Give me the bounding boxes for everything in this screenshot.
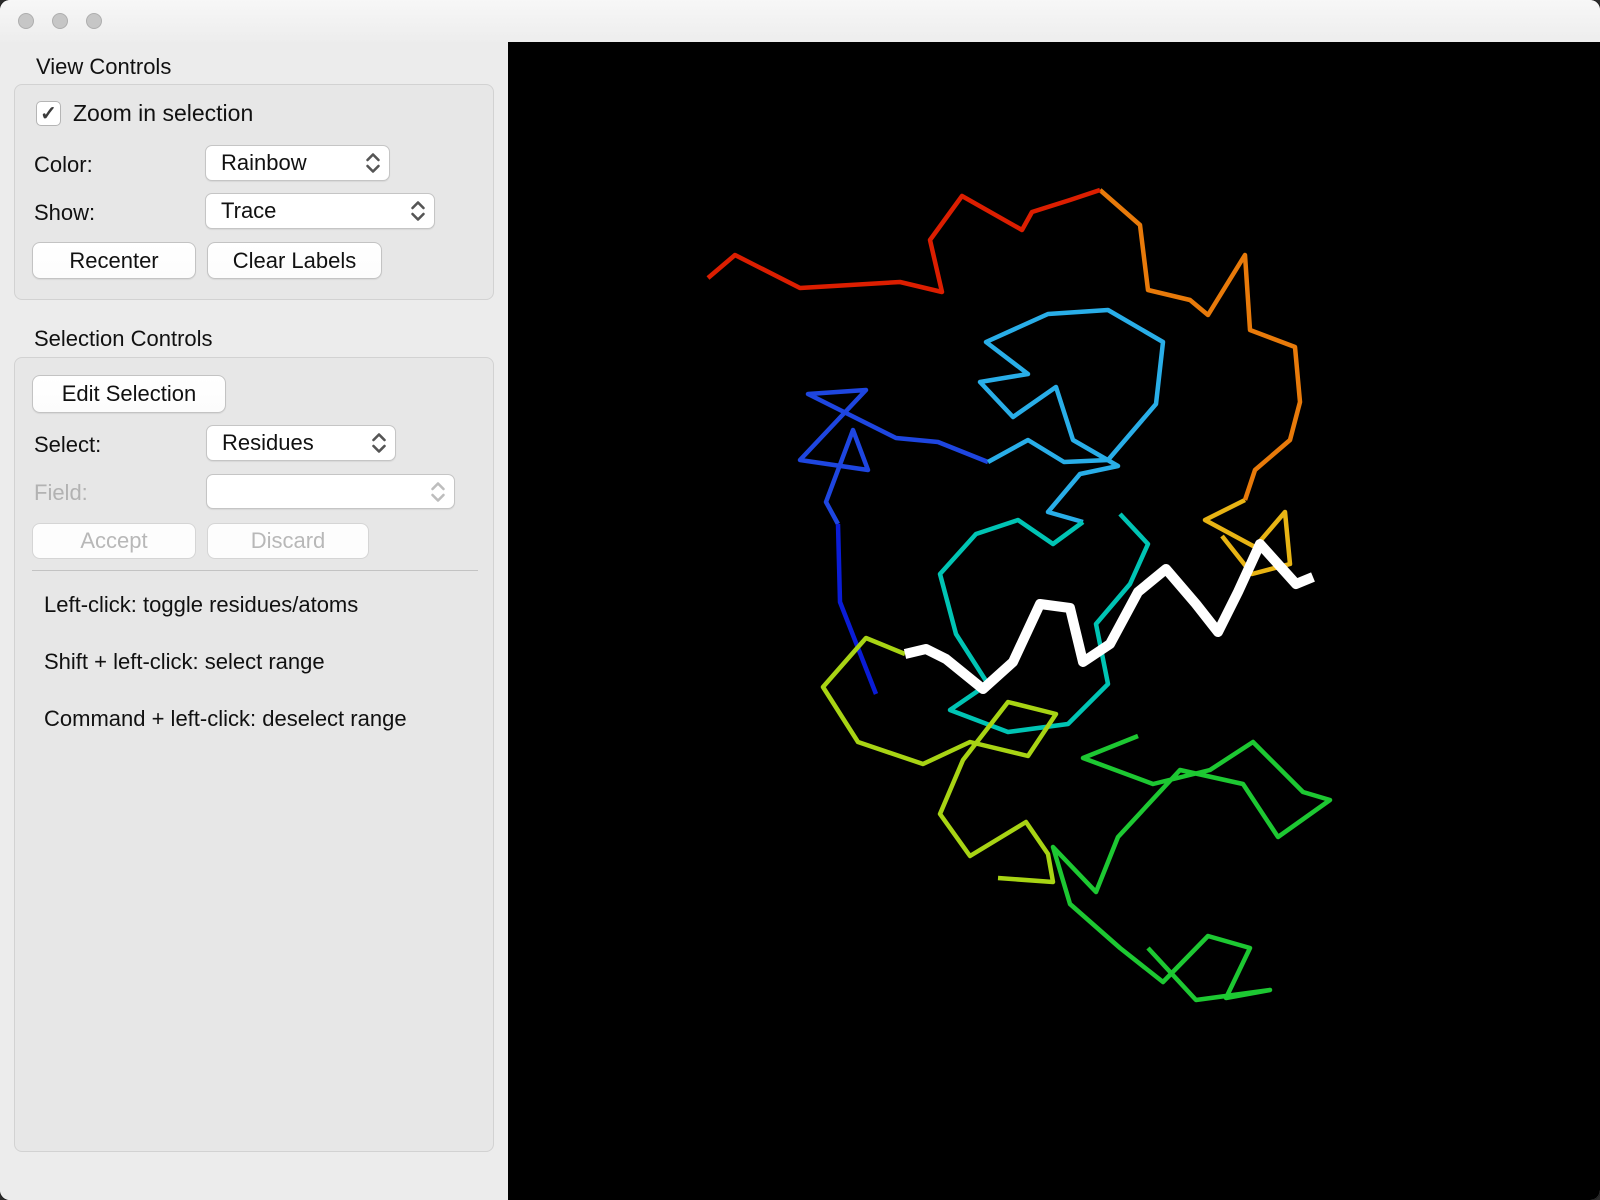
molecule-segment-cyan[interactable] <box>977 307 1166 525</box>
molecule-segment-orange[interactable] <box>1098 188 1303 501</box>
show-dropdown[interactable]: Trace <box>205 193 435 229</box>
titlebar[interactable] <box>0 0 1600 43</box>
color-dropdown[interactable]: Rainbow <box>205 145 390 181</box>
molecule-segment-yellow-green[interactable] <box>820 635 1059 885</box>
show-label: Show: <box>34 200 96 225</box>
molecule-segment-white-selection[interactable] <box>903 539 1315 694</box>
molecule-segment-blue-tangle[interactable] <box>797 387 989 526</box>
molecule-segment-red[interactable] <box>706 187 1101 295</box>
accept-button[interactable]: Accept <box>32 523 196 559</box>
select-dropdown[interactable]: Residues <box>206 425 396 461</box>
edit-selection-button[interactable]: Edit Selection <box>32 375 226 413</box>
discard-button[interactable]: Discard <box>207 523 369 559</box>
select-label: Select: <box>34 432 102 457</box>
sidebar: View Controls ✓ Zoom in selection Color:… <box>0 42 508 1200</box>
molecule-trace <box>706 187 1333 1003</box>
color-label: Color: <box>34 152 93 177</box>
select-dropdown-value: Residues <box>222 430 314 455</box>
selection-controls-section-label: Selection Controls <box>34 326 213 351</box>
view-controls-section-label: View Controls <box>36 54 172 79</box>
zoom-in-selection-checkbox[interactable]: ✓ <box>36 101 61 126</box>
zoom-in-selection-label: Zoom in selection <box>73 100 254 126</box>
window-content: View Controls ✓ Zoom in selection Color:… <box>0 42 1600 1200</box>
chevron-up-down-icon <box>407 198 429 224</box>
zoom-in-selection-row: ✓ Zoom in selection <box>36 100 253 127</box>
minimize-button[interactable] <box>52 13 68 29</box>
field-dropdown[interactable] <box>206 474 455 509</box>
field-label: Field: <box>34 480 88 505</box>
instruction-shift-left-click: Shift + left-click: select range <box>44 649 325 674</box>
traffic-lights <box>18 13 102 29</box>
show-dropdown-value: Trace <box>221 198 277 223</box>
instruction-left-click: Left-click: toggle residues/atoms <box>44 592 359 617</box>
chevron-up-down-icon <box>368 430 390 456</box>
molecule-segment-green[interactable] <box>1050 733 1333 1003</box>
app-window: View Controls ✓ Zoom in selection Color:… <box>0 0 1600 1200</box>
chevron-up-down-icon <box>427 479 449 505</box>
recenter-button[interactable]: Recenter <box>32 242 196 279</box>
chevron-up-down-icon <box>362 150 384 176</box>
molecule-viewport[interactable] <box>508 42 1600 1200</box>
close-button[interactable] <box>18 13 34 29</box>
divider <box>32 570 478 571</box>
checkmark-icon: ✓ <box>40 102 57 125</box>
clear-labels-button[interactable]: Clear Labels <box>207 242 382 279</box>
molecule-segment-blue-descender[interactable] <box>835 523 879 695</box>
color-dropdown-value: Rainbow <box>221 150 307 175</box>
instruction-command-left-click: Command + left-click: deselect range <box>44 706 407 731</box>
zoom-window-button[interactable] <box>86 13 102 29</box>
